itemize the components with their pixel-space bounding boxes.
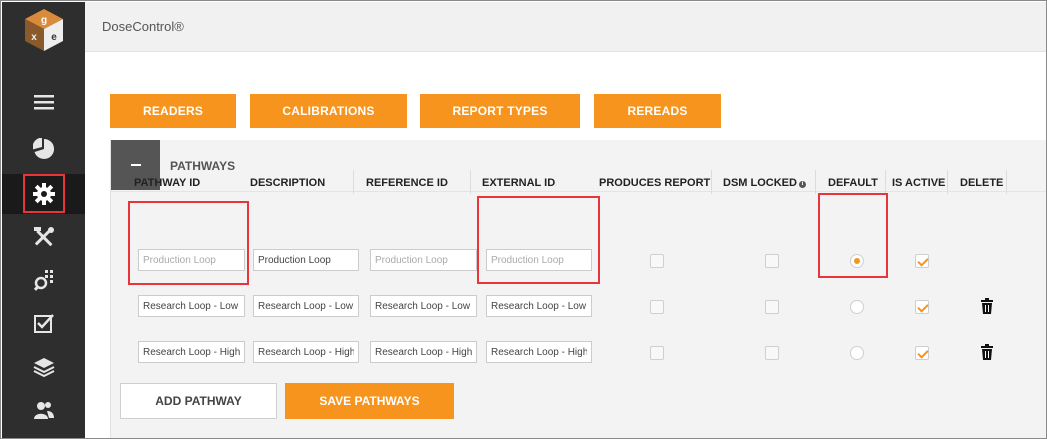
column-divider	[470, 170, 471, 194]
external-id-highlight-box	[477, 196, 600, 284]
calibrations-button[interactable]: CALIBRATIONS	[250, 94, 407, 128]
add-pathway-button[interactable]: ADD PATHWAY	[120, 383, 277, 419]
search-grid-icon	[33, 270, 53, 291]
users-icon	[33, 402, 54, 419]
reference-id-input[interactable]	[370, 249, 477, 271]
produces-report-checkbox[interactable]	[650, 300, 664, 314]
app-logo[interactable]: g x e	[24, 8, 64, 52]
checkbox-icon	[33, 314, 54, 333]
pathway-id-highlight-box	[128, 201, 249, 285]
column-divider	[711, 170, 712, 194]
is-active-checkbox[interactable]	[915, 346, 929, 360]
default-radio[interactable]	[850, 346, 864, 360]
minus-icon	[130, 164, 141, 166]
dsm-locked-checkbox[interactable]	[765, 254, 779, 268]
app-title: DoseControl®	[102, 19, 184, 34]
report-types-button[interactable]: REPORT TYPES	[420, 94, 580, 128]
dsm-locked-checkbox[interactable]	[765, 346, 779, 360]
svg-text:g: g	[41, 15, 47, 26]
column-divider	[1006, 170, 1007, 194]
is-active-checkbox[interactable]	[915, 254, 929, 268]
column-divider	[815, 170, 816, 194]
pathway-id-input[interactable]	[138, 341, 245, 363]
col-header-description: DESCRIPTION	[250, 177, 326, 189]
description-input[interactable]	[253, 341, 359, 363]
sidebar-item-dashboard[interactable]	[2, 129, 85, 169]
external-id-input[interactable]	[486, 295, 592, 317]
sidebar-item-tools[interactable]	[2, 217, 85, 257]
trash-icon[interactable]	[980, 298, 994, 314]
panel-title: PATHWAYS	[170, 159, 236, 173]
tools-icon	[33, 227, 54, 247]
sidebar-item-users[interactable]	[2, 390, 85, 430]
sidebar-item-menu[interactable]	[2, 82, 85, 122]
col-header-produces-report: PRODUCES REPORT	[599, 177, 711, 189]
rereads-button[interactable]: REREADS	[594, 94, 721, 128]
trash-icon[interactable]	[980, 344, 994, 360]
app-window: g x e DoseControl® READERS CALIBRATIONS …	[0, 0, 1047, 439]
dashboard-pie-icon	[32, 138, 54, 159]
default-highlight-box	[818, 193, 888, 278]
menu-icon	[33, 95, 54, 110]
readers-button[interactable]: READERS	[110, 94, 236, 128]
sidebar-item-checklist[interactable]	[2, 304, 85, 344]
col-header-delete: DELETE	[960, 177, 1004, 189]
col-header-external-id: EXTERNAL ID	[482, 177, 556, 189]
is-active-checkbox[interactable]	[915, 300, 929, 314]
dsm-locked-checkbox[interactable]	[765, 300, 779, 314]
description-input[interactable]	[253, 249, 359, 271]
reference-id-input[interactable]	[370, 341, 477, 363]
description-input[interactable]	[253, 295, 359, 317]
col-header-is-active: IS ACTIVE	[892, 177, 946, 189]
col-header-reference-id: REFERENCE ID	[366, 177, 448, 189]
sidebar: g x e	[2, 2, 85, 438]
settings-highlight-box	[23, 174, 65, 213]
column-divider	[885, 170, 886, 194]
pathway-id-input[interactable]	[138, 295, 245, 317]
column-divider	[947, 170, 948, 194]
svg-text:e: e	[51, 32, 57, 43]
save-pathways-button[interactable]: SAVE PATHWAYS	[285, 383, 454, 419]
reference-id-input[interactable]	[370, 295, 477, 317]
col-header-default: DEFAULT	[828, 177, 878, 189]
top-bar: DoseControl®	[85, 2, 1046, 52]
external-id-input[interactable]	[486, 341, 592, 363]
svg-text:x: x	[31, 32, 37, 43]
default-radio[interactable]	[850, 300, 864, 314]
produces-report-checkbox[interactable]	[650, 346, 664, 360]
sidebar-item-search[interactable]	[2, 260, 85, 300]
dsm-locked-label: DSM LOCKED	[723, 177, 797, 189]
info-icon[interactable]: i	[798, 181, 806, 188]
layers-icon	[33, 358, 54, 378]
sidebar-item-layers[interactable]	[2, 347, 85, 387]
column-divider	[353, 170, 354, 194]
produces-report-checkbox[interactable]	[650, 254, 664, 268]
col-header-dsm-locked: DSM LOCKED i	[723, 177, 806, 189]
col-header-pathway-id: PATHWAY ID	[134, 177, 201, 189]
main-content: READERS CALIBRATIONS REPORT TYPES REREAD…	[85, 53, 1046, 438]
